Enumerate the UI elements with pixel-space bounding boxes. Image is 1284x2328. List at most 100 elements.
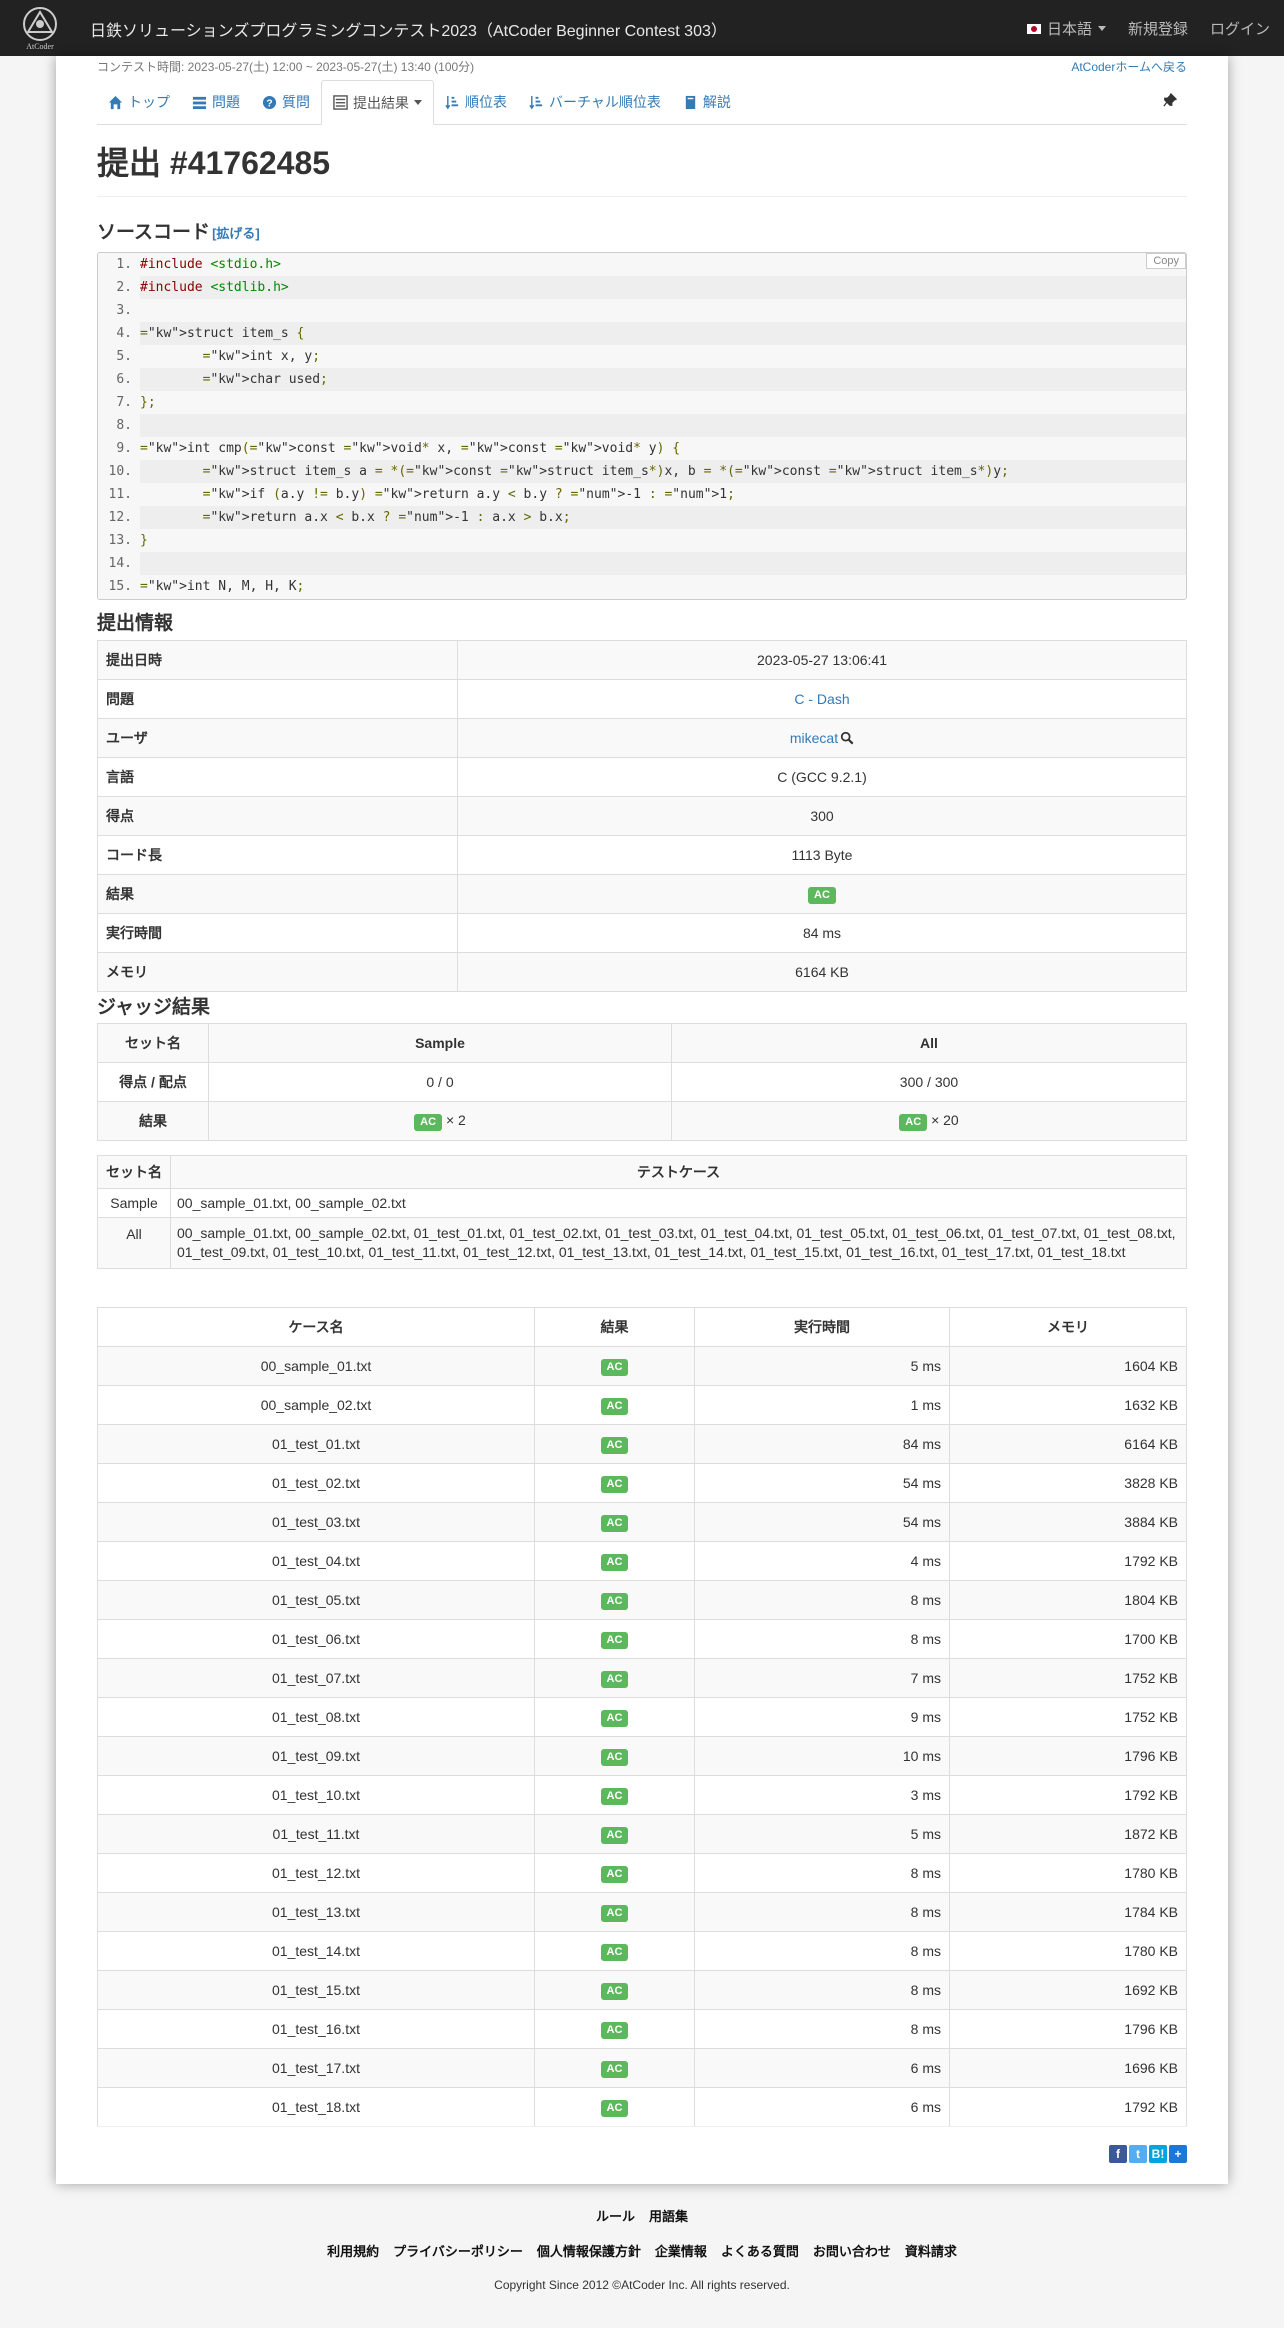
status-badge[interactable]: AC	[600, 1943, 629, 1961]
contest-title-link[interactable]: 日鉄ソリューションズプログラミングコンテスト2023（AtCoder Begin…	[90, 17, 727, 41]
status-badge[interactable]: AC	[600, 1709, 629, 1727]
case-memory: 6164 KB	[949, 1424, 1187, 1464]
case-time: 3 ms	[694, 1775, 950, 1815]
case-result: AC	[534, 1892, 695, 1932]
table-row: 01_test_02.txt AC 54 ms 3828 KB	[97, 1463, 1187, 1503]
result-sample: AC × 2	[208, 1101, 672, 1141]
status-badge[interactable]: AC	[600, 1436, 629, 1454]
code-line: 8.	[98, 414, 1186, 437]
result-all: AC × 20	[671, 1101, 1187, 1141]
line-number: 2.	[116, 280, 132, 295]
source-code-block[interactable]: Copy 1. #include <stdio.h> 2. #include <std…	[97, 252, 1187, 600]
status-badge[interactable]: AC	[600, 2099, 629, 2117]
status-badge[interactable]: AC	[600, 1592, 629, 1610]
footer-link[interactable]: お問い合わせ	[813, 2241, 891, 2260]
score-sample: 0 / 0	[208, 1062, 672, 1102]
copy-button[interactable]: Copy	[1146, 253, 1186, 269]
set-name: Sample	[97, 1188, 171, 1218]
judge-summary-table: セット名 Sample All 得点 / 配点 0 / 0 300 / 300 …	[97, 1023, 1187, 1141]
user-link[interactable]: mikecat	[790, 730, 838, 746]
pin-icon[interactable]	[1163, 92, 1187, 111]
status-badge[interactable]: AC	[600, 1631, 629, 1649]
sort-icon	[529, 95, 543, 109]
footer-link[interactable]: ルール	[596, 2206, 635, 2225]
case-time: 5 ms	[694, 1814, 950, 1854]
twitter-icon[interactable]: t	[1129, 2145, 1147, 2163]
status-badge[interactable]: AC	[600, 1787, 629, 1805]
line-number: 7.	[116, 395, 132, 410]
status-badge[interactable]: AC	[600, 2060, 629, 2078]
tab-standings[interactable]: 順位表	[434, 80, 518, 124]
case-memory: 3828 KB	[949, 1463, 1187, 1503]
login-link[interactable]: ログイン	[1210, 18, 1270, 39]
footer-link[interactable]: 個人情報保護方針	[537, 2241, 641, 2260]
language-dropdown[interactable]: 日本語	[1026, 18, 1106, 39]
status-badge[interactable]: AC	[600, 1397, 629, 1415]
case-result: AC	[534, 1346, 695, 1386]
code-line: 13.}	[98, 529, 1186, 552]
case-time: 9 ms	[694, 1697, 950, 1737]
case-memory: 1792 KB	[949, 1775, 1187, 1815]
status-badge[interactable]: AC	[600, 1826, 629, 1844]
case-name: 01_test_11.txt	[97, 1814, 535, 1854]
footer-link[interactable]: よくある質問	[721, 2241, 799, 2260]
case-result: AC	[534, 2048, 695, 2088]
tab-questions[interactable]: ? 質問	[251, 80, 321, 124]
case-memory: 1796 KB	[949, 2009, 1187, 2049]
footer-link[interactable]: 利用規約	[327, 2241, 379, 2260]
status-badge[interactable]: AC	[600, 1904, 629, 1922]
status-badge[interactable]: AC	[600, 1514, 629, 1532]
facebook-icon[interactable]: f	[1109, 2145, 1127, 2163]
svg-text:?: ?	[266, 98, 272, 109]
tab-editorial[interactable]: 解説	[672, 80, 742, 124]
hatena-icon[interactable]: B!	[1149, 2145, 1167, 2163]
atcoder-home-link[interactable]: AtCoderホームへ戻る	[1071, 58, 1187, 75]
code-line: 15. ="kw">int N, M, H, K;	[98, 575, 1186, 598]
info-row: 言語 C (GCC 9.2.1)	[97, 757, 1187, 797]
set-cases: 00_sample_01.txt, 00_sample_02.txt, 01_t…	[170, 1217, 1187, 1269]
register-link[interactable]: 新規登録	[1128, 18, 1188, 39]
expand-link[interactable]: [拡げる]	[212, 223, 260, 242]
status-badge[interactable]: AC	[600, 1748, 629, 1766]
tab-problems[interactable]: 問題	[181, 80, 251, 124]
status-badge[interactable]: AC	[600, 1670, 629, 1688]
status-badge[interactable]: AC	[600, 1475, 629, 1493]
case-memory: 1696 KB	[949, 2048, 1187, 2088]
table-row: 01_test_13.txt AC 8 ms 1784 KB	[97, 1892, 1187, 1932]
footer-link[interactable]: 企業情報	[655, 2241, 707, 2260]
table-row: 01_test_04.txt AC 4 ms 1792 KB	[97, 1541, 1187, 1581]
status-badge[interactable]: AC	[899, 1113, 928, 1131]
info-row: ユーザ mikecat	[97, 718, 1187, 758]
status-badge[interactable]: AC	[600, 2021, 629, 2039]
line-number: 12.	[108, 510, 132, 525]
problem-link[interactable]: C - Dash	[794, 691, 849, 707]
footer-link[interactable]: 資料請求	[905, 2241, 957, 2260]
status-badge[interactable]: AC	[600, 1982, 629, 2000]
status-badge[interactable]: AC	[414, 1113, 443, 1131]
status-badge[interactable]: AC	[808, 886, 836, 904]
info-key: 得点	[97, 796, 458, 836]
status-badge[interactable]: AC	[600, 1358, 629, 1376]
code-line: 14.	[98, 552, 1186, 575]
info-key: コード長	[97, 835, 458, 875]
atcoder-logo-icon[interactable]: AtCoder	[14, 4, 66, 52]
source-code-heading: ソースコード	[97, 222, 211, 243]
tab-submissions[interactable]: 提出結果	[321, 80, 434, 125]
footer-link[interactable]: 用語集	[649, 2206, 688, 2225]
tab-virtual-standings[interactable]: バーチャル順位表	[518, 80, 672, 124]
divider	[97, 2126, 1187, 2127]
status-badge[interactable]: AC	[600, 1553, 629, 1571]
share-plus-icon[interactable]: +	[1169, 2145, 1187, 2163]
tab-top[interactable]: トップ	[97, 80, 181, 124]
search-icon[interactable]	[840, 731, 854, 745]
set-name: All	[97, 1217, 171, 1269]
case-result: AC	[534, 1736, 695, 1776]
footer-link[interactable]: プライバシーポリシー	[393, 2241, 523, 2260]
code-text: ="kw">return a.x < b.x ? ="num">-1 : a.x…	[140, 506, 1186, 529]
status-badge[interactable]: AC	[600, 1865, 629, 1883]
col-exec-time: 実行時間	[694, 1307, 950, 1347]
sort-icon	[445, 95, 459, 109]
info-row: コード長 1113 Byte	[97, 835, 1187, 875]
case-name: 00_sample_02.txt	[97, 1385, 535, 1425]
info-row: 結果 AC	[97, 874, 1187, 914]
